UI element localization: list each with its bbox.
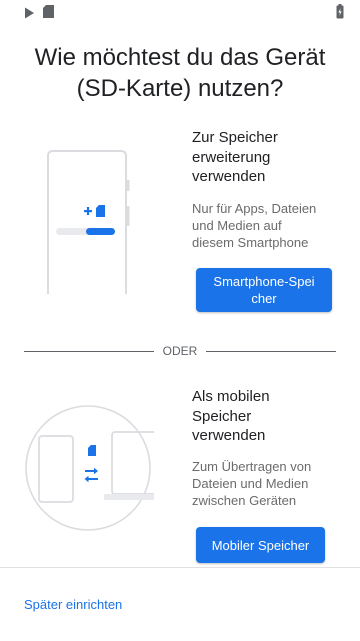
page-title-line-2: (SD-Karte) nutzen? [76,75,284,102]
portable-storage-description: Zum Übertragen von Dateien und Medien zw… [192,458,352,509]
portable-storage-illustration [24,404,157,539]
divider-line-right [206,351,336,352]
internal-storage-description-line: und Medien auf [192,218,282,233]
internal-storage-heading-line: erweiterung [192,148,271,166]
plus-icon [84,207,92,215]
divider-label: ODER [162,344,198,358]
internal-storage-heading-line: Zur Speicher [192,129,278,146]
internal-storage-description-line: Nur für Apps, Dateien [192,201,317,216]
phone-storage-button-label: cher [251,291,277,306]
laptop-base [104,494,156,500]
page-title-line-1: Wie möchtest du das Gerät [34,44,326,71]
sd-card-icon [88,445,96,456]
internal-storage-description-line: diesem Smartphone [192,235,309,250]
portable-storage-heading: Als mobilen Speicher verwenden [192,387,352,446]
portable-storage-heading-line: Als mobilen [192,388,270,405]
portable-storage-description-line: Dateien und Medien [192,476,309,491]
setup-later-link[interactable]: Später einrichten [24,596,122,613]
portable-storage-heading-line: Speicher [192,407,252,425]
storage-bar-fill [86,228,115,235]
divider-line-left [24,351,154,352]
phone-storage-button[interactable]: Smartphone-Spei cher [196,268,332,312]
portable-storage-heading-line: verwenden [192,427,266,444]
phone-outline [38,435,74,503]
sd-card-icon [96,205,105,217]
battery-icon [336,4,344,24]
portable-storage-button-label: Mobiler Speicher [211,537,310,553]
portable-storage-description-line: Zum Übertragen von [192,459,312,474]
sd-card-icon [43,5,54,23]
play-store-icon [24,6,35,24]
internal-storage-description: Nur für Apps, Dateien und Medien auf die… [192,200,352,251]
transfer-arrows-icon [84,467,98,483]
status-bar [0,0,360,24]
internal-storage-heading: Zur Speicher erweiterung verwenden [192,128,352,187]
page-title: Wie möchtest du das Gerät (SD-Karte) nut… [16,42,344,104]
internal-storage-heading-line: verwenden [192,168,266,185]
phone-storage-button-label: Smartphone-Spei [213,274,315,289]
portable-storage-description-line: zwischen Geräten [192,493,297,508]
phone-storage-illustration [40,146,140,301]
portable-storage-button[interactable]: Mobiler Speicher [196,527,325,563]
